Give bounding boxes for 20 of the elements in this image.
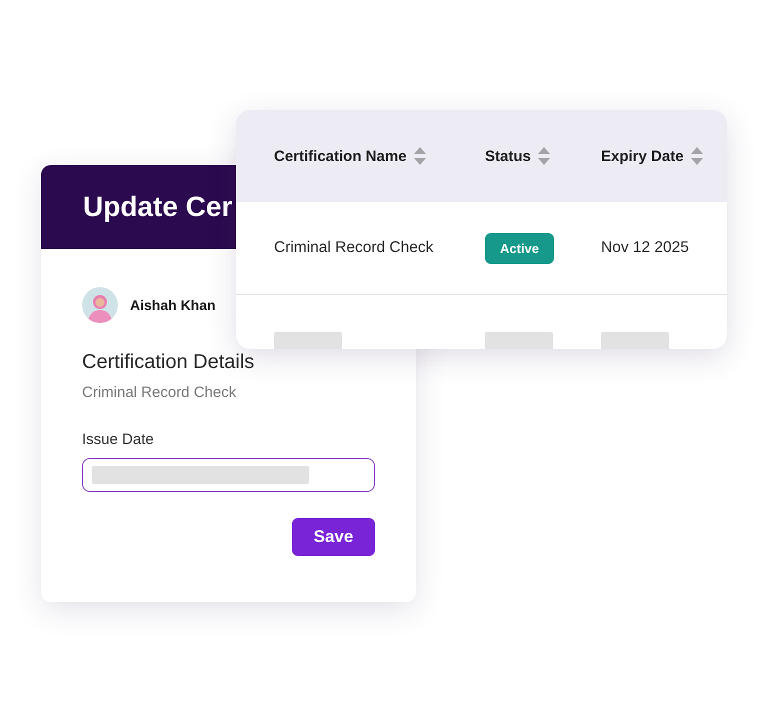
table-cell: Criminal Record Check <box>274 239 434 257</box>
placeholder-bar <box>274 332 342 349</box>
status-badge: Active <box>485 232 554 264</box>
column-header[interactable]: Expiry Date <box>601 148 684 164</box>
form-title: Update Cer <box>83 191 232 223</box>
section-title: Certification Details <box>82 351 256 374</box>
field-label: Issue Date <box>82 431 155 448</box>
save-button[interactable]: Save <box>292 518 375 556</box>
placeholder-bar <box>485 332 553 349</box>
table-cell: Nov 12 2025 <box>601 239 689 257</box>
certification-name: Criminal Record Check <box>82 384 238 401</box>
sort-icon[interactable] <box>414 146 426 166</box>
placeholder-bar <box>601 332 669 349</box>
column-header[interactable]: Status <box>485 148 531 164</box>
input-field[interactable] <box>82 458 375 492</box>
column-header[interactable]: Certification Name <box>274 148 407 164</box>
sort-icon[interactable] <box>538 146 550 166</box>
sort-icon[interactable] <box>690 146 703 166</box>
user-name: Aishah Khan <box>130 297 216 313</box>
avatar <box>82 287 118 323</box>
